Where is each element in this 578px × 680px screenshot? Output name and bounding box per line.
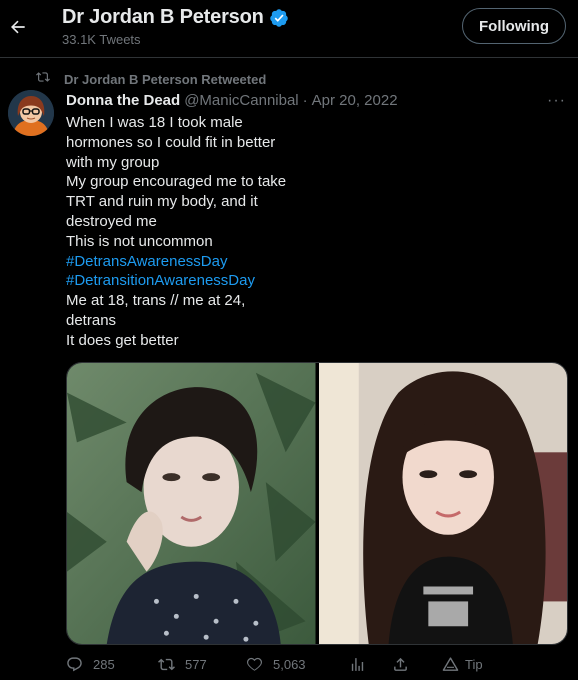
verified-badge-icon bbox=[269, 8, 289, 28]
media-photo-right[interactable] bbox=[318, 363, 567, 644]
tweet-line: My group encouraged me to take bbox=[66, 173, 287, 191]
reply-button[interactable]: 285 bbox=[66, 656, 115, 673]
like-count: 5,063 bbox=[273, 657, 306, 672]
analytics-button[interactable] bbox=[349, 656, 366, 673]
tweet-line: destroyed me bbox=[66, 212, 157, 230]
tip-label: Tip bbox=[465, 657, 483, 672]
like-button[interactable]: 5,063 bbox=[246, 656, 306, 673]
retweet-icon bbox=[36, 70, 50, 89]
retweet-context-text[interactable]: Dr Jordan B Peterson Retweeted bbox=[64, 72, 266, 87]
tweet-text: When I was 18 I took male hormones so I … bbox=[66, 113, 366, 351]
reply-icon bbox=[66, 656, 83, 673]
meta-separator: · bbox=[302, 92, 308, 109]
following-button[interactable]: Following bbox=[462, 8, 566, 44]
share-icon bbox=[392, 656, 409, 673]
like-icon bbox=[246, 656, 263, 673]
tip-icon bbox=[442, 656, 459, 673]
share-button[interactable] bbox=[392, 656, 409, 673]
page-title: Dr Jordan B Peterson bbox=[62, 6, 264, 28]
tweet-line: Me at 18, trans // me at 24, bbox=[66, 292, 246, 310]
tweet-date[interactable]: Apr 20, 2022 bbox=[312, 92, 398, 109]
back-arrow-icon[interactable] bbox=[6, 9, 30, 45]
header-title-block: Dr Jordan B Peterson 33.1K Tweets bbox=[62, 6, 289, 47]
tweet-count: 33.1K Tweets bbox=[62, 32, 141, 47]
author-name[interactable]: Donna the Dead bbox=[66, 92, 180, 109]
reply-count: 285 bbox=[93, 657, 115, 672]
tweet-line: This is not uncommon bbox=[66, 232, 213, 250]
tweet-actions: 285 577 5,063 Tip bbox=[66, 656, 506, 678]
retweet-icon bbox=[158, 656, 175, 673]
hashtag-link[interactable]: #DetransitionAwarenessDay bbox=[66, 271, 366, 291]
tweet-line: with my group bbox=[66, 153, 160, 171]
tweet-line: detrans bbox=[66, 311, 117, 329]
avatar[interactable] bbox=[8, 90, 54, 136]
media-photo-left[interactable] bbox=[67, 363, 316, 644]
tweet-line: hormones so I could fit in better bbox=[66, 133, 276, 151]
analytics-icon bbox=[349, 656, 366, 673]
more-icon[interactable]: ··· bbox=[547, 92, 566, 110]
retweet-context: Dr Jordan B Peterson Retweeted bbox=[36, 70, 266, 89]
tweet-line: It does get better bbox=[66, 331, 179, 349]
tip-button[interactable]: Tip bbox=[442, 656, 483, 673]
retweet-button[interactable]: 577 bbox=[158, 656, 207, 673]
tweet-media bbox=[66, 362, 568, 645]
profile-header: Dr Jordan B Peterson 33.1K Tweets Follow… bbox=[0, 0, 578, 58]
hashtag-link[interactable]: #DetransAwarenessDay bbox=[66, 252, 366, 272]
tweet-line: TRT and ruin my body, and it bbox=[66, 193, 258, 211]
tweet-line: When I was 18 I took male bbox=[66, 114, 243, 131]
author-handle[interactable]: @ManicCannibal bbox=[184, 92, 298, 109]
tweet-meta: Donna the Dead @ManicCannibal · Apr 20, … bbox=[66, 92, 398, 109]
retweet-count: 577 bbox=[185, 657, 207, 672]
